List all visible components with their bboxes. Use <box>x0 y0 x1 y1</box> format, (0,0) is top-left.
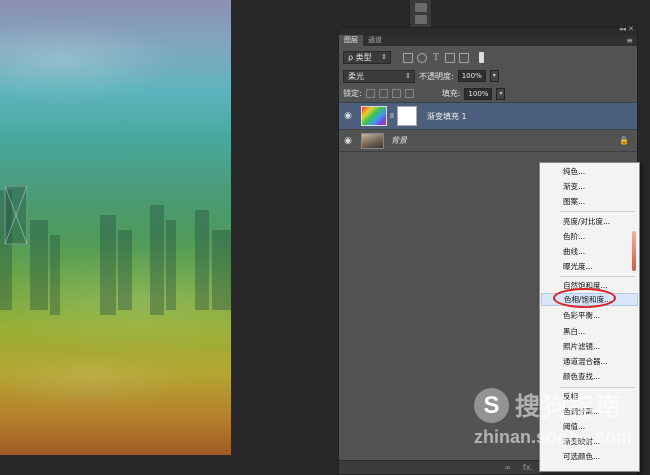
filter-type-label: ρ 类型 <box>348 53 372 62</box>
fill-dropdown-icon[interactable]: ▾ <box>496 87 506 100</box>
eye-icon[interactable]: ◉ <box>339 136 357 146</box>
menu-item-curves[interactable]: 曲线... <box>563 246 585 257</box>
collapse-icon[interactable]: ◂◂ ✕ <box>619 25 634 33</box>
panel-titlebar: ◂◂ ✕ <box>339 25 637 35</box>
mouse-cursor-icon: ☝ <box>583 299 590 310</box>
chevron-down-icon: ⇕ <box>381 53 387 61</box>
menu-scrollbar-thumb[interactable] <box>632 231 636 271</box>
fill-input[interactable]: 100% <box>464 87 493 100</box>
canvas-area: ◂◂ ✕ 图层 通道 ≡ ρ 类型 ⇕ T 柔光 ⇕ 不透明度: 100% ▾ … <box>0 0 650 475</box>
panel-tabs: 图层 通道 ≡ <box>339 35 637 46</box>
menu-item-channel-mixer[interactable]: 通道混合器... <box>563 356 608 367</box>
link-icon[interactable]: 8 <box>389 112 395 120</box>
menu-scrollbar[interactable] <box>630 231 636 277</box>
link-layers-icon[interactable]: ∞ <box>504 463 511 472</box>
fill-label: 填充: <box>441 89 461 98</box>
layer-name[interactable]: 渐变填充 1 <box>427 111 467 122</box>
lock-row: 锁定: 填充: 100% ▾ <box>339 85 637 103</box>
document-image[interactable] <box>0 0 231 455</box>
menu-separator <box>560 211 635 212</box>
opacity-label: 不透明度: <box>419 71 454 81</box>
filter-toggle[interactable] <box>479 52 484 63</box>
blend-mode-select[interactable]: 柔光 ⇕ <box>343 69 415 83</box>
adjustment-layer-menu: 纯色... 渐变... 图案... 亮度/对比度... 色阶... 曲线... … <box>539 162 640 472</box>
fx-icon[interactable]: fx. <box>523 463 533 472</box>
lock-label: 锁定: <box>343 89 362 98</box>
menu-separator <box>560 276 635 277</box>
background-thumbnail[interactable] <box>361 132 384 149</box>
menu-item-color-balance[interactable]: 色彩平衡... <box>563 310 600 321</box>
menu-item-solid-color[interactable]: 纯色... <box>563 166 585 177</box>
watermark-url: zhinan.sogou.com <box>474 427 633 447</box>
menu-item-photo-filter[interactable]: 照片滤镜... <box>563 341 600 352</box>
shape-filter-icon[interactable] <box>445 52 455 63</box>
smart-object-filter-icon[interactable] <box>459 52 469 63</box>
city-skyline-image <box>0 185 231 315</box>
layer-name[interactable]: 背景 <box>391 135 407 146</box>
pixel-filter-icon[interactable] <box>403 52 413 63</box>
menu-item-gradient[interactable]: 渐变... <box>563 181 585 192</box>
opacity-dropdown-icon[interactable]: ▾ <box>489 70 499 82</box>
tool-options-strip <box>409 0 431 27</box>
menu-item-pattern[interactable]: 图案... <box>563 196 585 207</box>
lock-pixels-icon[interactable] <box>378 89 388 98</box>
menu-item-brightness-contrast[interactable]: 亮度/对比度... <box>563 216 610 227</box>
lock-position-icon[interactable] <box>391 89 401 98</box>
watermark: S 搜狗指南 <box>474 387 623 423</box>
gradient-thumbnail[interactable] <box>361 106 387 126</box>
adjustment-filter-icon[interactable] <box>417 52 427 63</box>
tool-icon[interactable] <box>414 3 427 12</box>
panel-menu-icon[interactable]: ≡ <box>626 36 633 45</box>
menu-item-exposure[interactable]: 曝光度... <box>563 261 593 272</box>
tab-layers[interactable]: 图层 <box>339 35 363 46</box>
opacity-input[interactable]: 100% <box>457 70 486 82</box>
lock-transparent-icon[interactable] <box>365 89 375 98</box>
menu-item-selective-color[interactable]: 可选颜色... <box>563 451 600 462</box>
tab-channels[interactable]: 通道 <box>363 35 387 46</box>
layer-row-background[interactable]: ◉ 背景 🔒 <box>339 130 637 152</box>
lock-icon: 🔒 <box>619 136 629 145</box>
watermark-text: 搜狗指南 <box>515 392 624 421</box>
layer-row-gradient-fill[interactable]: ◉ 8 渐变填充 1 <box>339 103 637 130</box>
menu-item-levels[interactable]: 色阶... <box>563 231 585 242</box>
mask-thumbnail[interactable] <box>397 106 417 126</box>
filter-type-select[interactable]: ρ 类型 ⇕ <box>343 51 391 64</box>
sogou-logo-icon: S <box>474 387 509 423</box>
blend-row: 柔光 ⇕ 不透明度: 100% ▾ <box>339 67 637 85</box>
chevron-down-icon: ⇕ <box>405 71 411 80</box>
menu-item-black-white[interactable]: 黑白... <box>563 326 585 337</box>
menu-item-color-lookup[interactable]: 颜色查找... <box>563 371 600 382</box>
text-tool-icon[interactable] <box>414 15 427 24</box>
eye-icon[interactable]: ◉ <box>339 111 357 121</box>
type-filter-icon[interactable]: T <box>431 53 441 63</box>
blend-mode-value: 柔光 <box>348 71 364 81</box>
filter-row: ρ 类型 ⇕ T <box>339 48 637 67</box>
lock-all-icon[interactable] <box>404 89 414 98</box>
